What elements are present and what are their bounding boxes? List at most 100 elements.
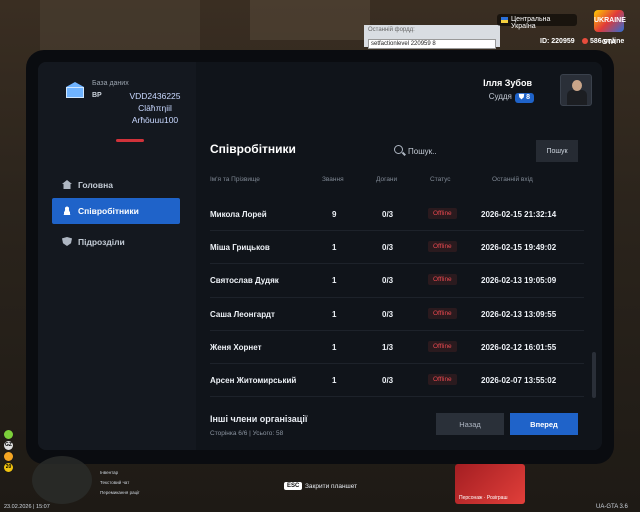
database-line: Arħōuuu100 <box>131 115 179 125</box>
status-badge: Offline <box>428 208 457 219</box>
table-row[interactable]: Арсен Житомирський 1 0/3 Offline 2026-02… <box>210 364 584 398</box>
table-row[interactable]: Святослав Дудяк 1 0/3 Offline 2026-02-13… <box>210 264 584 298</box>
database-org: ВР <box>92 92 102 99</box>
rank-badge: ⛊ 8 <box>514 93 534 103</box>
table-row[interactable]: Женя Хорнет 1 1/3 Offline 2026-02-12 16:… <box>210 331 584 364</box>
status-badge: Offline <box>428 307 457 319</box>
hint-inventory: Інвентар <box>100 470 119 475</box>
search-box[interactable] <box>392 140 532 162</box>
employee-warns: 0/3 <box>382 309 394 319</box>
employee-name: Саша Леонгардт <box>210 309 275 319</box>
column-header-last-login: Останній вхід <box>492 176 533 183</box>
database-icon <box>66 82 84 98</box>
sidebar-item-label: Підрозділи <box>78 237 125 247</box>
employee-warns: 1/3 <box>382 342 394 352</box>
employee-last-login: 2026-02-13 19:05:09 <box>481 276 557 286</box>
sidebar-item-label: Головна <box>78 180 113 190</box>
employee-last-login: 2026-02-12 16:01:55 <box>481 342 557 352</box>
table-header: Ім'я та Прізвище Звання Догани Статус Ос… <box>210 176 584 188</box>
pagination-info: Сторінка 6/6 | Усього: 58 <box>210 430 284 437</box>
sidebar-item-home[interactable]: Головна <box>52 172 180 198</box>
employee-last-login: 2026-02-07 13:55:02 <box>481 375 557 385</box>
search-icon <box>394 145 403 154</box>
employee-warns: 0/3 <box>382 276 394 286</box>
employee-name: Арсен Житомирський <box>210 375 297 385</box>
chat-input[interactable]: setfactionlevel 220959 8 <box>368 39 496 49</box>
flag-icon <box>501 17 508 23</box>
employee-warns: 0/3 <box>382 375 394 385</box>
employee-table: Микола Лорей 9 0/3 Offline 2026-02-15 21… <box>210 198 584 398</box>
shield-icon <box>62 237 72 246</box>
main-panel: Ілля Зубов Суддя ⛊ 8 Співробітники Пошук … <box>196 62 602 450</box>
promo-text: Персонаж · Розіграш <box>459 495 508 501</box>
employee-warns: 0/3 <box>382 210 394 219</box>
employee-rank: 9 <box>332 210 337 219</box>
hint-chat: Текстовий чат <box>100 480 130 485</box>
column-header-rank: Звання <box>322 176 344 183</box>
table-row[interactable]: Міша Грицьков 1 0/3 Offline 2026-02-15 1… <box>210 231 584 265</box>
tablet-frame: База даних ВР VDD2436225 Clāħπηiil Arħōu… <box>26 50 614 464</box>
sidebar-item-employees[interactable]: Співробітники <box>52 198 180 224</box>
search-button[interactable]: Пошук <box>536 140 578 162</box>
search-input[interactable] <box>408 143 530 159</box>
chat-hint: Останній фордд: <box>368 27 415 33</box>
chat-box: Останній фордд: setfactionlevel 220959 8 <box>364 25 500 49</box>
game-version: UA-GTA 3.6 <box>596 504 628 510</box>
employee-rank: 1 <box>332 309 337 319</box>
online-label: 586 online <box>590 38 625 45</box>
avatar[interactable] <box>560 74 592 106</box>
users-icon <box>62 206 72 215</box>
employee-rank: 1 <box>332 276 337 286</box>
employee-name: Міша Грицьков <box>210 243 270 253</box>
minimap <box>32 456 92 504</box>
player-id: ID: 220959 <box>540 38 575 45</box>
employee-last-login: 2026-02-15 21:32:14 <box>481 210 557 219</box>
server-name: Центральна Україна <box>511 16 551 30</box>
database-id-lines: VDD2436225 Clāħπηiil Arħōuuu100 <box>110 90 200 126</box>
health-icon <box>4 430 13 439</box>
column-header-warns: Догани <box>376 176 398 183</box>
employee-rank: 1 <box>332 243 337 253</box>
status-badge: Offline <box>428 241 457 253</box>
employee-warns: 0/3 <box>382 243 394 253</box>
close-tablet-label: Закрити планшет <box>305 483 358 490</box>
database-line: Clāħπηiil <box>138 103 172 113</box>
status-badge: Offline <box>428 373 457 385</box>
status-badge: Offline <box>428 274 457 286</box>
esc-key[interactable]: ESC <box>284 482 303 490</box>
employee-rank: 1 <box>332 375 337 385</box>
hint-radio: Перемикання рації <box>100 490 140 495</box>
employee-last-login: 2026-02-13 13:09:55 <box>481 309 557 319</box>
status-badge: Offline <box>428 340 457 352</box>
employee-name: Святослав Дудяк <box>210 276 279 286</box>
employee-name: Микола Лорей <box>210 210 267 219</box>
table-row[interactable]: Микола Лорей 9 0/3 Offline 2026-02-15 21… <box>210 198 584 232</box>
back-button[interactable]: Назад <box>436 413 504 435</box>
background-shelf <box>250 0 370 40</box>
employee-last-login: 2026-02-15 19:49:02 <box>481 243 557 253</box>
online-dot-icon <box>582 38 588 45</box>
rank-value: 8 <box>526 94 530 101</box>
player-stats: GZ 20 <box>4 430 14 474</box>
table-scrollbar[interactable] <box>592 352 596 398</box>
server-badge: Центральна Україна <box>497 14 577 30</box>
online-count: 586 online <box>582 38 624 45</box>
date-time: 23.02.2026 | 15:07 <box>4 504 50 510</box>
user-role-line: Суддя ⛊ 8 <box>489 92 534 103</box>
home-icon <box>62 180 72 189</box>
game-logo: UKRAINE GTA <box>594 10 626 46</box>
database-line: VDD2436225 <box>129 91 181 101</box>
forward-button[interactable]: Вперед <box>510 413 578 435</box>
column-header-status: Статус <box>430 176 451 183</box>
sidebar-item-departments[interactable]: Підрозділи <box>52 229 180 255</box>
column-header-name: Ім'я та Прізвище <box>210 176 260 183</box>
user-name: Ілля Зубов <box>483 78 532 88</box>
table-row[interactable]: Саша Леонгардт 1 0/3 Offline 2026-02-13 … <box>210 298 584 331</box>
accent-divider <box>116 139 144 142</box>
database-label: База даних <box>92 80 129 87</box>
sidebar: База даних ВР VDD2436225 Clāħπηiil Arħōu… <box>38 62 196 450</box>
stat-level: 20 <box>4 463 13 472</box>
employee-name: Женя Хорнет <box>210 342 262 352</box>
stat-gz: GZ <box>4 441 13 450</box>
promo-banner[interactable]: Персонаж · Розіграш <box>455 464 525 504</box>
